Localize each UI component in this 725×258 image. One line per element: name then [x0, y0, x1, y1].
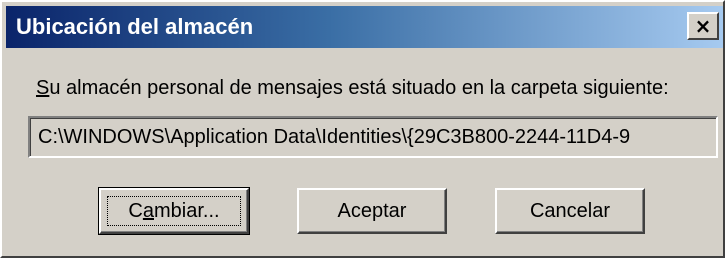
change-label-pre: C: [128, 199, 143, 222]
change-button-label: Cambiar...: [128, 200, 219, 223]
store-path-field[interactable]: C:\WINDOWS\Application Data\Identities\{…: [28, 116, 718, 158]
message-mnemonic: S: [36, 77, 50, 99]
cancel-button-label: Cancelar: [529, 199, 611, 222]
message-text: u almacén personal de mensajes está situ…: [49, 77, 669, 99]
change-label-mnemonic: a: [142, 199, 154, 222]
location-message: Su almacén personal de mensajes está sit…: [36, 74, 669, 102]
title-bar[interactable]: Ubicación del almacén ×: [6, 6, 723, 48]
dialog-window: Ubicación del almacén × Su almacén perso…: [0, 0, 725, 258]
close-button[interactable]: ×: [687, 12, 719, 40]
close-icon: ×: [694, 14, 712, 38]
change-label-post: mbiar...: [154, 199, 220, 222]
accept-button[interactable]: Aceptar: [297, 188, 447, 234]
store-path-value: C:\WINDOWS\Application Data\Identities\{…: [38, 126, 631, 148]
cancel-button[interactable]: Cancelar: [495, 188, 645, 234]
window-title: Ubicación del almacén: [16, 14, 254, 39]
change-button[interactable]: Cambiar...: [98, 187, 250, 235]
accept-button-label: Aceptar: [337, 199, 407, 222]
